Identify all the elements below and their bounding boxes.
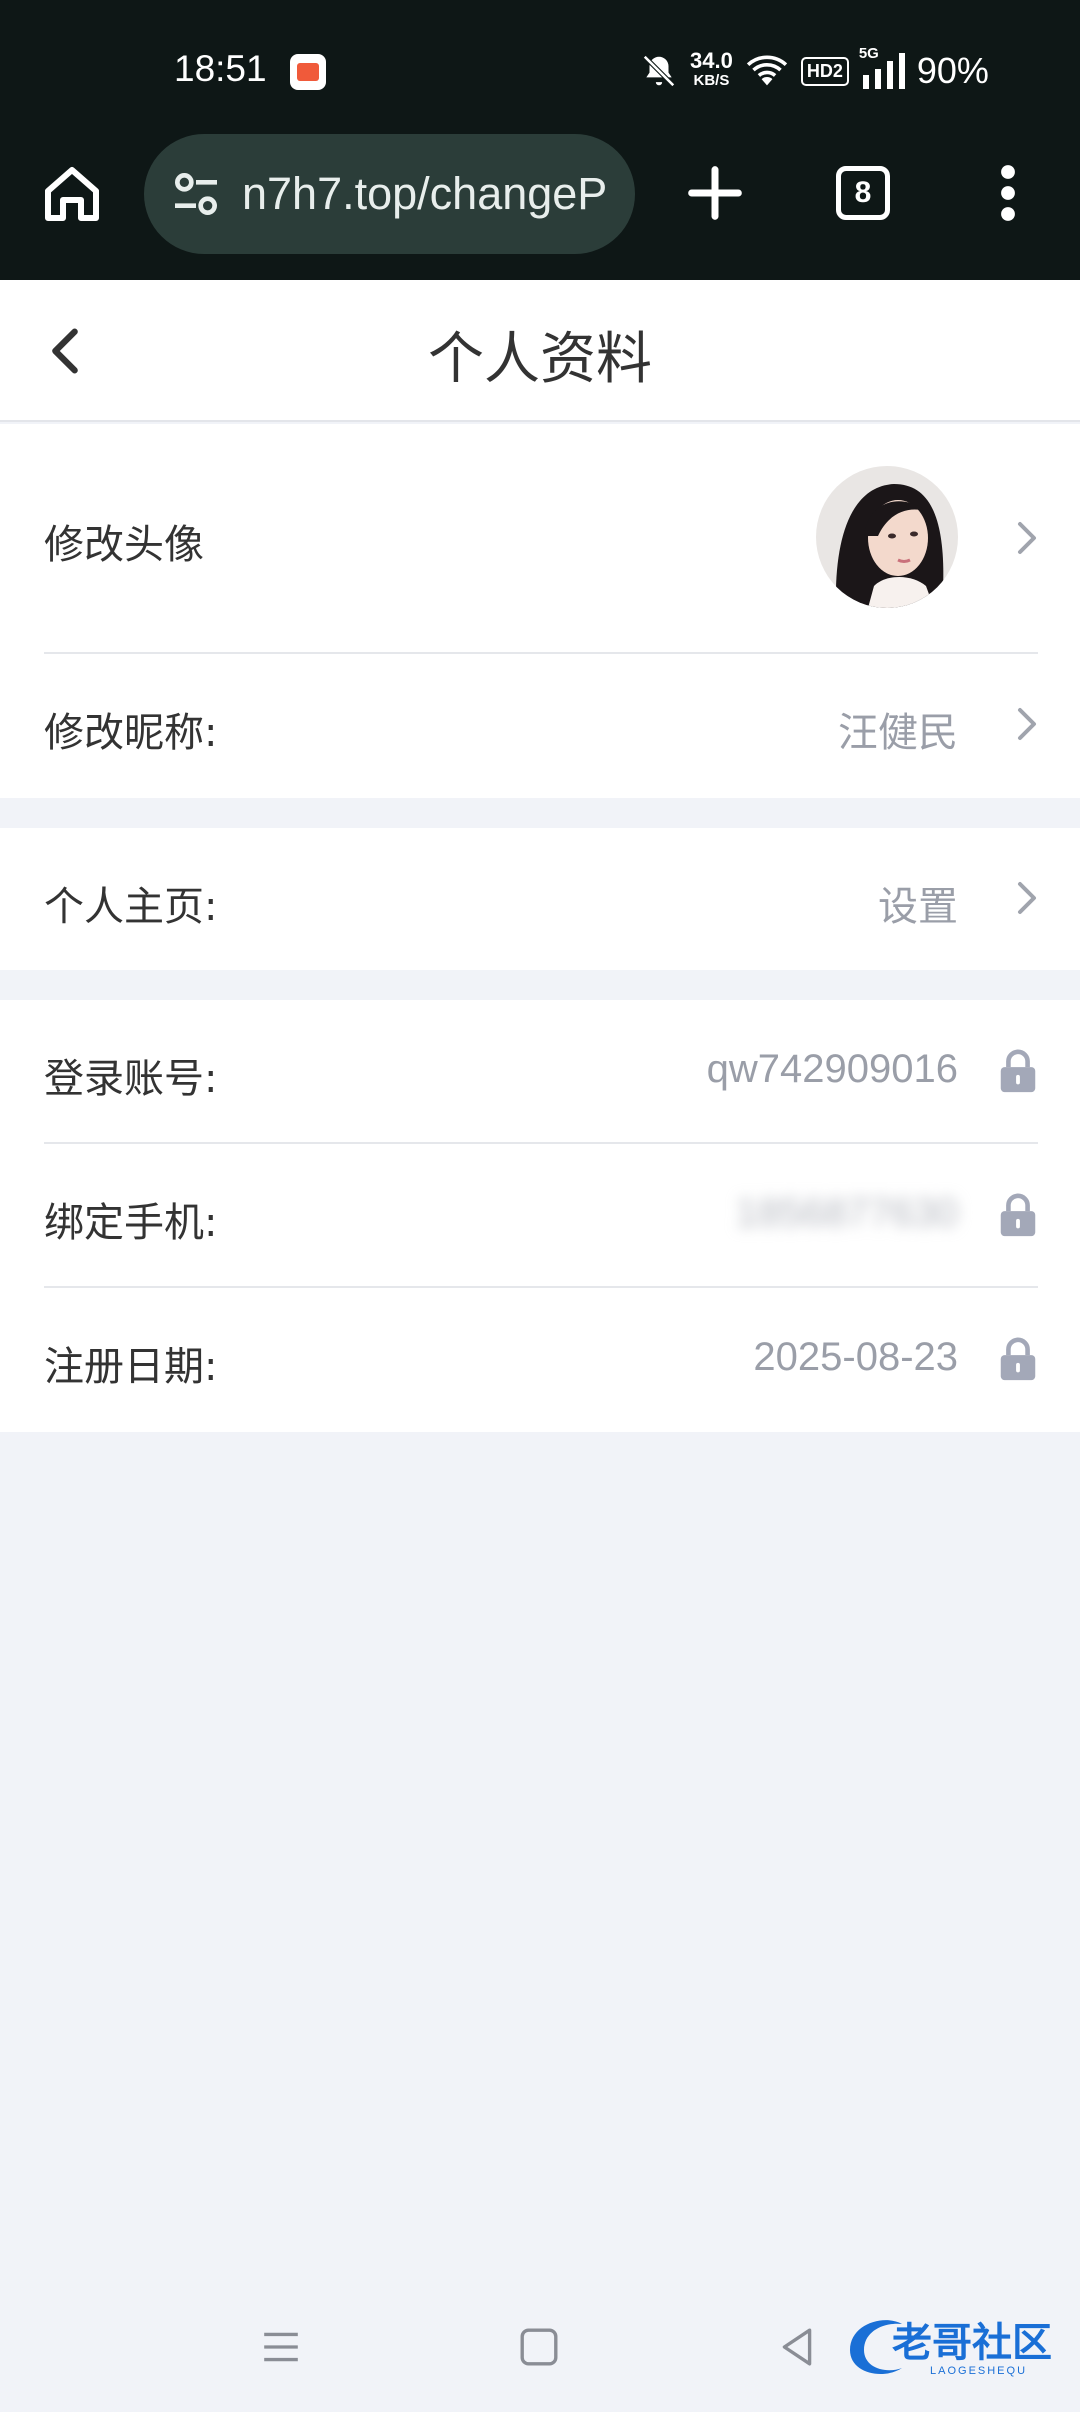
lock-icon [1000,1337,1036,1381]
signal-icon: 5G [859,45,905,89]
homepage-value: 设置 [878,884,958,930]
profile-section-account: 登录账号: qw742909016 绑定手机: 1856877630 注册日期:… [0,1000,1080,1432]
row-change-nickname[interactable]: 修改昵称: 汪健民 [44,654,1038,798]
browser-chrome: 18:51 34.0 KB/S HD2 5G 90% n7h7.top/chang… [0,0,1080,280]
mute-bell-icon [640,52,678,90]
row-bound-phone: 绑定手机: 1856877630 [44,1144,1038,1286]
bound-phone-value: 1856877630 [735,1191,958,1235]
net-speed: 34.0 KB/S [690,48,733,91]
status-time: 18:51 [174,48,267,89]
row-change-avatar[interactable]: 修改头像 [44,424,1038,652]
recent-apps-icon[interactable] [260,2326,302,2368]
tab-switcher-button[interactable]: 8 [836,166,890,220]
change-avatar-label: 修改头像 [44,522,204,568]
lock-icon [1000,1193,1036,1237]
homepage-label: 个人主页: [44,884,218,930]
status-icons: 34.0 KB/S HD2 5G 90% [640,45,989,96]
url-bar[interactable]: n7h7.top/changeP [144,134,635,254]
chevron-right-icon [1018,882,1036,914]
profile-section-homepage: 个人主页: 设置 [0,828,1080,970]
signal-label: 5G [858,45,879,62]
back-nav-icon[interactable] [776,2326,818,2368]
page-header: 个人资料 [0,280,1080,422]
profile-section-basic: 修改头像 修改昵称: 汪健民 [0,424,1080,798]
login-account-value: qw742909016 [706,1047,958,1091]
register-date-value: 2025-08-23 [753,1335,958,1379]
hd-badge: HD2 [800,56,849,86]
net-speed-unit: KB/S [693,72,730,89]
change-nickname-label: 修改昵称: [44,710,218,756]
register-date-label: 注册日期: [44,1344,218,1390]
bound-phone-label: 绑定手机: [44,1200,218,1246]
site-settings-icon[interactable] [168,166,224,222]
url-text[interactable]: n7h7.top/changeP [242,168,607,220]
home-button[interactable] [36,158,108,230]
net-speed-value: 34.0 [690,48,733,73]
watermark-logo: 老哥社区 LAOGESHEQU [840,2310,1070,2380]
home-nav-icon[interactable] [518,2326,560,2368]
new-tab-button[interactable] [680,158,750,228]
more-options-icon[interactable] [990,160,1026,226]
login-account-label: 登录账号: [44,1056,218,1102]
row-login-account: 登录账号: qw742909016 [44,1000,1038,1142]
page-title: 个人资料 [428,327,652,392]
chevron-right-icon [1018,522,1036,554]
chevron-right-icon [1018,708,1036,740]
notification-app-icon [290,54,326,90]
svg-text:LAOGESHEQU: LAOGESHEQU [930,2365,1027,2377]
nickname-value: 汪健民 [838,710,958,756]
avatar[interactable] [816,466,958,608]
battery-level: 90% [916,50,989,91]
wifi-icon [745,53,789,89]
row-homepage[interactable]: 个人主页: 设置 [44,828,1038,970]
row-register-date: 注册日期: 2025-08-23 [44,1288,1038,1432]
lock-icon [1000,1049,1036,1093]
svg-text:老哥社区: 老哥社区 [892,2320,1052,2366]
